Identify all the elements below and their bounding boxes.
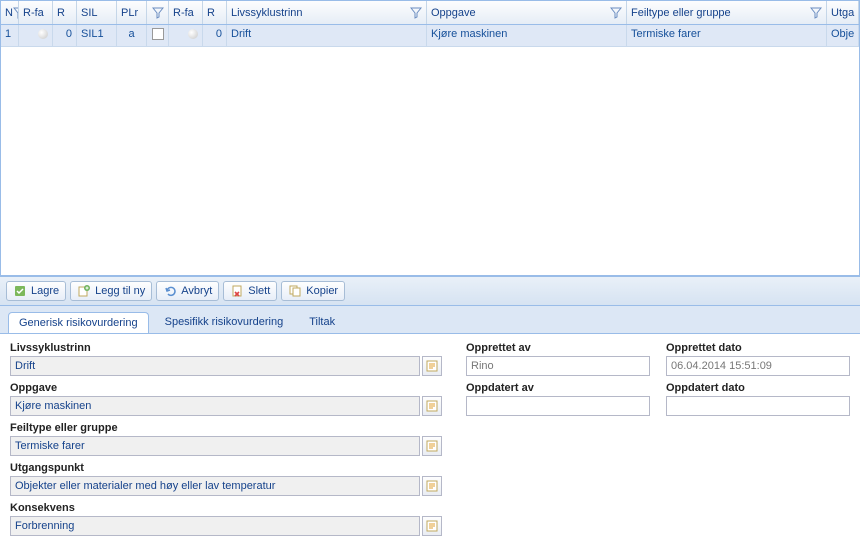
cell-r2: 0	[203, 25, 227, 46]
label-updated-by: Oppdatert av	[466, 382, 650, 394]
field-livssyklustrinn: Livssyklustrinn	[10, 342, 442, 376]
add-button[interactable]: Legg til ny	[70, 281, 152, 301]
label-feiltype: Feiltype eller gruppe	[10, 422, 442, 434]
col-utg[interactable]: Utga	[827, 1, 859, 24]
input-feiltype[interactable]	[10, 436, 420, 456]
picker-button[interactable]	[422, 516, 442, 536]
form-left-column: Livssyklustrinn Oppgave Feiltype eller g…	[10, 342, 442, 542]
input-livssyklustrinn[interactable]	[10, 356, 420, 376]
cell-rfa2	[169, 25, 203, 46]
tab-specific[interactable]: Spesifikk risikovurdering	[155, 312, 294, 333]
cell-r1: 0	[53, 25, 77, 46]
delete-icon	[230, 284, 244, 298]
cell-utg: Obje	[827, 25, 859, 46]
field-konsekvens: Konsekvens	[10, 502, 442, 536]
form-right-column: Opprettet av Oppdatert av Opprettet dato…	[466, 342, 850, 542]
form-panel: Livssyklustrinn Oppgave Feiltype eller g…	[0, 334, 860, 550]
col-rfa1[interactable]: R-fa	[19, 1, 53, 24]
cancel-label: Avbryt	[181, 285, 212, 297]
checkbox-icon[interactable]	[152, 28, 164, 40]
label-oppgave: Oppgave	[10, 382, 442, 394]
input-created-by	[466, 356, 650, 376]
col-liv[interactable]: Livssyklustrinn	[227, 1, 427, 24]
field-oppgave: Oppgave	[10, 382, 442, 416]
cell-n: 1	[1, 25, 19, 46]
label-created-date: Opprettet dato	[666, 342, 850, 354]
col-rfa2[interactable]: R-fa	[169, 1, 203, 24]
table-row[interactable]: 1 0 SIL1 a 0 Drift Kjøre maskinen Termis…	[1, 25, 859, 47]
input-utgangspunkt[interactable]	[10, 476, 420, 496]
save-label: Lagre	[31, 285, 59, 297]
delete-button[interactable]: Slett	[223, 281, 277, 301]
col-chk[interactable]	[147, 1, 169, 24]
cell-chk[interactable]	[147, 25, 169, 46]
tab-bar: Generisk risikovurdering Spesifikk risik…	[0, 306, 860, 334]
col-opp[interactable]: Oppgave	[427, 1, 627, 24]
field-feiltype: Feiltype eller gruppe	[10, 422, 442, 456]
filter-icon[interactable]	[810, 7, 822, 19]
picker-button[interactable]	[422, 396, 442, 416]
cell-sil: SIL1	[77, 25, 117, 46]
undo-icon	[163, 284, 177, 298]
grid-body: 1 0 SIL1 a 0 Drift Kjøre maskinen Termis…	[1, 25, 859, 275]
copy-label: Kopier	[306, 285, 338, 297]
add-label: Legg til ny	[95, 285, 145, 297]
toolbar: Lagre Legg til ny Avbryt Slett Kopier	[0, 276, 860, 306]
field-created-by: Opprettet av	[466, 342, 650, 376]
status-dot-icon	[188, 29, 198, 39]
label-utgangspunkt: Utgangspunkt	[10, 462, 442, 474]
col-r2[interactable]: R	[203, 1, 227, 24]
field-utgangspunkt: Utgangspunkt	[10, 462, 442, 496]
cell-liv: Drift	[227, 25, 427, 46]
copy-button[interactable]: Kopier	[281, 281, 345, 301]
col-feil[interactable]: Feiltype eller gruppe	[627, 1, 827, 24]
tab-generic[interactable]: Generisk risikovurdering	[8, 312, 149, 333]
save-icon	[13, 284, 27, 298]
filter-icon[interactable]	[152, 7, 164, 19]
picker-button[interactable]	[422, 436, 442, 456]
picker-button[interactable]	[422, 356, 442, 376]
cell-opp: Kjøre maskinen	[427, 25, 627, 46]
label-updated-date: Oppdatert dato	[666, 382, 850, 394]
add-icon	[77, 284, 91, 298]
cell-feil: Termiske farer	[627, 25, 827, 46]
col-plr[interactable]: PLr	[117, 1, 147, 24]
tab-measures[interactable]: Tiltak	[299, 312, 345, 333]
col-r1[interactable]: R	[53, 1, 77, 24]
input-created-date	[666, 356, 850, 376]
label-livssyklustrinn: Livssyklustrinn	[10, 342, 442, 354]
input-oppgave[interactable]	[10, 396, 420, 416]
picker-button[interactable]	[422, 476, 442, 496]
label-konsekvens: Konsekvens	[10, 502, 442, 514]
label-created-by: Opprettet av	[466, 342, 650, 354]
delete-label: Slett	[248, 285, 270, 297]
input-updated-by	[466, 396, 650, 416]
filter-icon[interactable]	[410, 7, 422, 19]
col-sil[interactable]: SIL	[77, 1, 117, 24]
status-dot-icon	[38, 29, 48, 39]
col-n[interactable]: N	[1, 1, 19, 24]
grid-header: N R-fa R SIL PLr R-fa R Livssyklustrinn …	[1, 1, 859, 25]
cell-rfa1	[19, 25, 53, 46]
filter-icon[interactable]	[610, 7, 622, 19]
field-created-date: Opprettet dato	[666, 342, 850, 376]
data-grid: N R-fa R SIL PLr R-fa R Livssyklustrinn …	[0, 0, 860, 276]
cancel-button[interactable]: Avbryt	[156, 281, 219, 301]
copy-icon	[288, 284, 302, 298]
input-konsekvens[interactable]	[10, 516, 420, 536]
save-button[interactable]: Lagre	[6, 281, 66, 301]
field-updated-by: Oppdatert av	[466, 382, 650, 416]
input-updated-date	[666, 396, 850, 416]
cell-plr: a	[117, 25, 147, 46]
field-updated-date: Oppdatert dato	[666, 382, 850, 416]
